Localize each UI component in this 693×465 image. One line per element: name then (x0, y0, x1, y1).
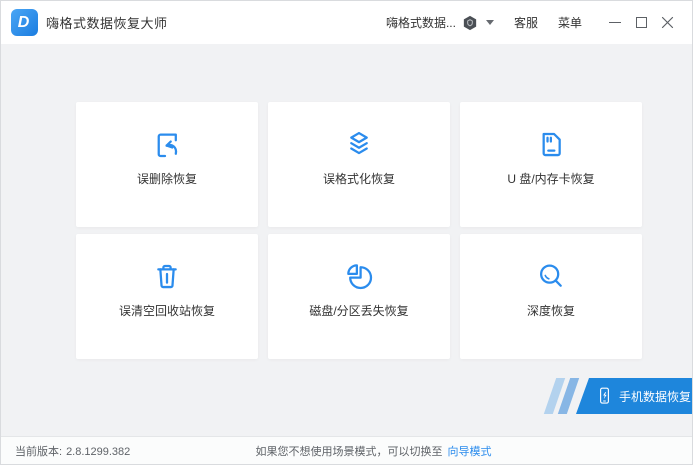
mode-hint-text: 如果您不想使用场景模式，可以切换至 (256, 443, 443, 459)
card-disk-partition-recovery[interactable]: 磁盘/分区丢失恢复 (268, 234, 450, 359)
app-window: D 嗨格式数据恢复大师 嗨格式数据... 客服 菜单 (0, 0, 693, 465)
card-usb-sdcard-recovery[interactable]: U 盘/内存卡恢复 (460, 102, 642, 227)
vip-badge-icon (461, 14, 479, 32)
window-controls (602, 10, 680, 36)
menu-button[interactable]: 菜单 (558, 14, 582, 31)
card-recycle-bin-recovery[interactable]: 误清空回收站恢复 (76, 234, 258, 359)
card-label: 误清空回收站恢复 (119, 302, 215, 319)
card-label: 深度恢复 (527, 302, 575, 319)
logo-letter: D (18, 15, 30, 31)
maximize-button[interactable] (628, 10, 654, 36)
disk-partition-pie-icon (343, 260, 375, 292)
maximize-icon (636, 17, 647, 28)
app-logo-icon: D (11, 9, 38, 36)
close-button[interactable] (654, 10, 680, 36)
wizard-mode-link[interactable]: 向导模式 (448, 443, 492, 459)
magnifier-icon (535, 260, 567, 292)
card-label: U 盘/内存卡恢复 (507, 170, 594, 187)
file-undo-icon (151, 128, 183, 160)
version-label: 当前版本: (15, 446, 62, 458)
card-label: 误格式化恢复 (323, 170, 395, 187)
phone-data-recovery-button[interactable]: 手机数据恢复 (576, 378, 692, 414)
smartphone-icon (596, 385, 613, 407)
card-deep-recovery[interactable]: 深度恢复 (460, 234, 642, 359)
customer-service-button[interactable]: 客服 (514, 14, 538, 31)
version-text: 当前版本: 2.8.1299.382 (15, 443, 130, 459)
app-title: 嗨格式数据恢复大师 (46, 13, 168, 32)
account-dropdown[interactable]: 嗨格式数据... (386, 14, 494, 32)
titlebar: D 嗨格式数据恢复大师 嗨格式数据... 客服 菜单 (1, 1, 692, 44)
phone-data-recovery-label: 手机数据恢复 (619, 388, 691, 405)
sd-card-icon (535, 128, 567, 160)
chevron-down-icon (486, 20, 494, 25)
account-label: 嗨格式数据... (386, 14, 456, 31)
layers-icon (343, 128, 375, 160)
mode-switch-hint: 如果您不想使用场景模式，可以切换至 向导模式 (256, 443, 492, 459)
card-formatted-recovery[interactable]: 误格式化恢复 (268, 102, 450, 227)
card-label: 误删除恢复 (137, 170, 197, 187)
card-label: 磁盘/分区丢失恢复 (309, 302, 408, 319)
version-value: 2.8.1299.382 (66, 446, 130, 458)
trash-icon (151, 260, 183, 292)
statusbar: 当前版本: 2.8.1299.382 如果您不想使用场景模式，可以切换至 向导模式 (1, 436, 692, 464)
card-deleted-recovery[interactable]: 误删除恢复 (76, 102, 258, 227)
minimize-button[interactable] (602, 10, 628, 36)
close-icon (661, 16, 674, 29)
minimize-icon (609, 22, 621, 23)
recovery-mode-grid: 误删除恢复 误格式化恢复 U 盘/内存卡恢复 (76, 102, 642, 359)
